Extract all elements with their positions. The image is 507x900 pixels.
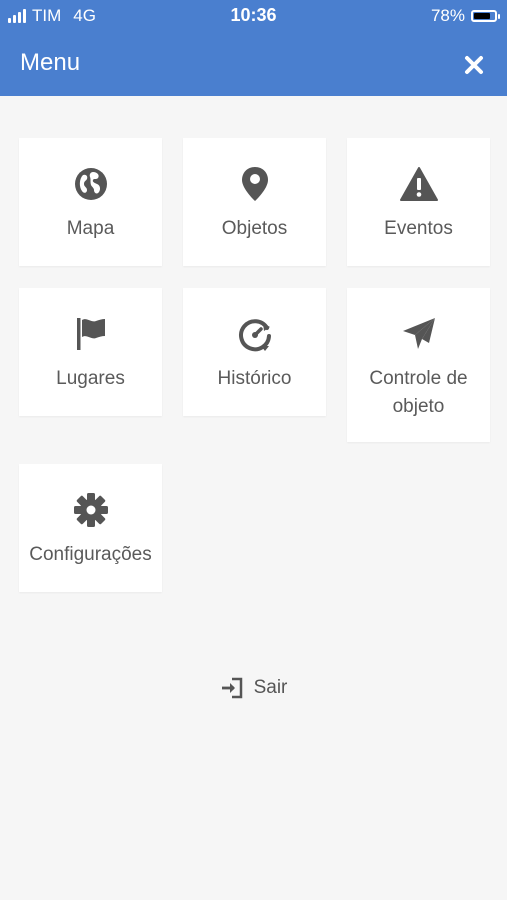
status-bar: TIM 4G 10:36 78% — [0, 0, 507, 32]
menu-item-controle-de-objeto[interactable]: Controle de objeto — [347, 288, 490, 442]
menu-item-label: Controle de objeto — [369, 368, 468, 417]
app-header: Menu — [0, 32, 507, 96]
globe-icon — [74, 168, 107, 200]
paper-plane-icon — [402, 318, 435, 349]
status-right: 78% — [430, 6, 500, 26]
menu-item-eventos[interactable]: Eventos — [347, 138, 490, 266]
map-pin-icon — [241, 167, 268, 201]
warning-icon — [399, 167, 438, 201]
menu-item-label: Mapa — [66, 218, 115, 239]
menu-item-historico[interactable]: Histórico — [183, 288, 326, 416]
menu-item-label: Lugares — [56, 368, 125, 389]
menu-item-objetos[interactable]: Objetos — [183, 138, 326, 266]
logout-link[interactable]: Sair — [0, 676, 507, 706]
menu-item-label: Eventos — [384, 218, 453, 239]
gear-icon — [73, 493, 108, 527]
page-title: Menu — [20, 49, 81, 76]
menu-item-label: Configurações — [29, 544, 152, 565]
history-icon — [238, 319, 271, 352]
menu-item-lugares[interactable]: Lugares — [19, 288, 162, 416]
logout-label: Sair — [253, 677, 288, 698]
menu-item-label: Histórico — [217, 368, 292, 389]
flag-icon — [76, 318, 105, 350]
menu-item-label: Objetos — [221, 218, 288, 239]
menu-item-mapa[interactable]: Mapa — [19, 138, 162, 266]
close-icon — [465, 56, 483, 74]
close-button[interactable] — [461, 52, 487, 78]
battery-percent: 78% — [430, 6, 465, 25]
menu-item-configuracoes[interactable]: Configurações — [19, 464, 162, 592]
battery-icon — [471, 10, 500, 22]
sign-in-icon — [221, 677, 242, 699]
